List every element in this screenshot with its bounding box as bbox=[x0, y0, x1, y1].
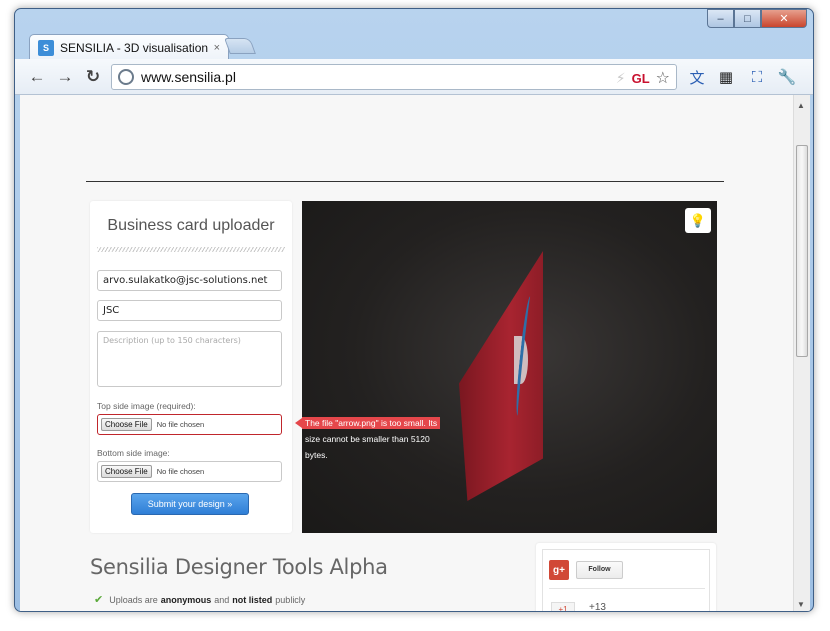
follow-button[interactable]: Follow bbox=[576, 561, 623, 579]
plus-one-count: +13 bbox=[589, 602, 606, 611]
fullscreen-icon[interactable]: ⛶ bbox=[747, 67, 767, 87]
maximize-button[interactable]: □ bbox=[734, 9, 761, 28]
translate-icon[interactable]: 文 bbox=[687, 67, 707, 87]
file-error-tooltip: The file "arrow.png" is too small. Its s… bbox=[302, 415, 452, 463]
window-controls: – □ ✕ bbox=[707, 9, 807, 28]
bullet-not-listed: not listed bbox=[232, 594, 273, 605]
top-no-file-text: No file chosen bbox=[156, 420, 205, 429]
bottom-image-file-input[interactable]: Choose File No file chosen bbox=[97, 461, 282, 482]
header-divider bbox=[86, 181, 724, 182]
globe-icon bbox=[118, 69, 134, 85]
email-field[interactable]: arvo.sulakatko@jsc-solutions.net bbox=[97, 270, 282, 291]
error-highlight-text: The file "arrow.png" is too small. Its bbox=[302, 417, 441, 429]
bookmark-star-icon[interactable]: ☆ bbox=[656, 68, 670, 88]
bottom-no-file-text: No file chosen bbox=[156, 467, 205, 476]
tab-sensilia[interactable]: S SENSILIA - 3D visualisation t × bbox=[29, 34, 229, 60]
minimize-button[interactable]: – bbox=[707, 9, 734, 28]
bottom-image-label: Bottom side image: bbox=[97, 448, 170, 458]
address-bar[interactable]: www.sensilia.pl ⚡ GL ☆ bbox=[111, 64, 677, 90]
browser-window: – □ ✕ S SENSILIA - 3D visualisation t × … bbox=[14, 8, 814, 612]
vertical-scrollbar[interactable]: ▲ ▼ bbox=[793, 95, 810, 611]
bolt-icon[interactable]: ⚡ bbox=[616, 70, 626, 87]
gl-extension-icon[interactable]: GL bbox=[632, 71, 650, 86]
uploader-panel: Business card uploader arvo.sulakatko@js… bbox=[90, 201, 292, 533]
new-tab-button[interactable] bbox=[224, 38, 256, 54]
google-plus-icon[interactable]: g+ bbox=[549, 560, 569, 580]
social-divider bbox=[549, 588, 705, 589]
uploader-title: Business card uploader bbox=[107, 217, 275, 234]
page-headline: Sensilia Designer Tools Alpha bbox=[90, 555, 388, 579]
checkmark-icon: ✔ bbox=[94, 594, 104, 606]
plus-one-button[interactable]: +1 bbox=[551, 602, 575, 611]
error-rest-line-1: size cannot be smaller than 5120 bbox=[305, 434, 430, 444]
tab-title: SENSILIA - 3D visualisation t bbox=[60, 40, 210, 55]
company-field[interactable]: JSC bbox=[97, 300, 282, 321]
bullet-anonymous: anonymous bbox=[160, 594, 212, 605]
lightbulb-icon[interactable]: 💡 bbox=[685, 208, 711, 233]
reload-button[interactable]: ↻ bbox=[83, 67, 103, 87]
anonymous-bullet: ✔ Uploads are anonymous and not listed p… bbox=[94, 593, 305, 606]
scrollbar-thumb[interactable] bbox=[796, 145, 808, 357]
qr-code-icon[interactable]: ▦ bbox=[716, 67, 736, 87]
page-viewport: Business card uploader arvo.sulakatko@js… bbox=[20, 95, 810, 611]
wrench-icon[interactable]: 🔧 bbox=[777, 67, 797, 87]
hatch-divider bbox=[97, 247, 285, 252]
social-widget: g+ Follow +1 +13 bbox=[536, 543, 716, 611]
address-url[interactable]: www.sensilia.pl bbox=[141, 69, 236, 85]
top-choose-file-button[interactable]: Choose File bbox=[101, 418, 152, 431]
sensilia-favicon-icon: S bbox=[38, 39, 54, 56]
social-widget-inner: g+ Follow +1 +13 bbox=[542, 549, 710, 611]
tab-close-icon[interactable]: × bbox=[214, 42, 220, 54]
back-button[interactable]: ← bbox=[27, 67, 47, 87]
description-textarea[interactable]: Description (up to 150 characters) bbox=[97, 331, 282, 387]
card-3d-preview[interactable]: 💡 bbox=[302, 201, 717, 533]
submit-design-button[interactable]: Submit your design » bbox=[131, 493, 249, 515]
error-rest-line-2: bytes. bbox=[305, 450, 328, 460]
error-tip-arrow bbox=[295, 418, 302, 428]
bottom-choose-file-button[interactable]: Choose File bbox=[101, 465, 152, 478]
business-card-model bbox=[459, 251, 543, 501]
close-window-button[interactable]: ✕ bbox=[761, 9, 807, 28]
browser-toolbar: ← → ↻ www.sensilia.pl ⚡ GL ☆ 文 ▦ ⛶ 🔧 bbox=[15, 59, 813, 95]
bullet-text-pre: Uploads are bbox=[109, 594, 158, 605]
top-image-file-input[interactable]: Choose File No file chosen bbox=[97, 414, 282, 435]
forward-button[interactable]: → bbox=[55, 67, 75, 87]
scroll-down-arrow-icon[interactable]: ▼ bbox=[797, 600, 805, 609]
bullet-text-post: publicly bbox=[275, 594, 306, 605]
omnibox-actions: ⚡ GL ☆ bbox=[616, 68, 670, 88]
bullet-text-mid: and bbox=[214, 594, 230, 605]
scroll-up-arrow-icon[interactable]: ▲ bbox=[797, 101, 805, 110]
top-image-label: Top side image (required): bbox=[97, 401, 196, 411]
